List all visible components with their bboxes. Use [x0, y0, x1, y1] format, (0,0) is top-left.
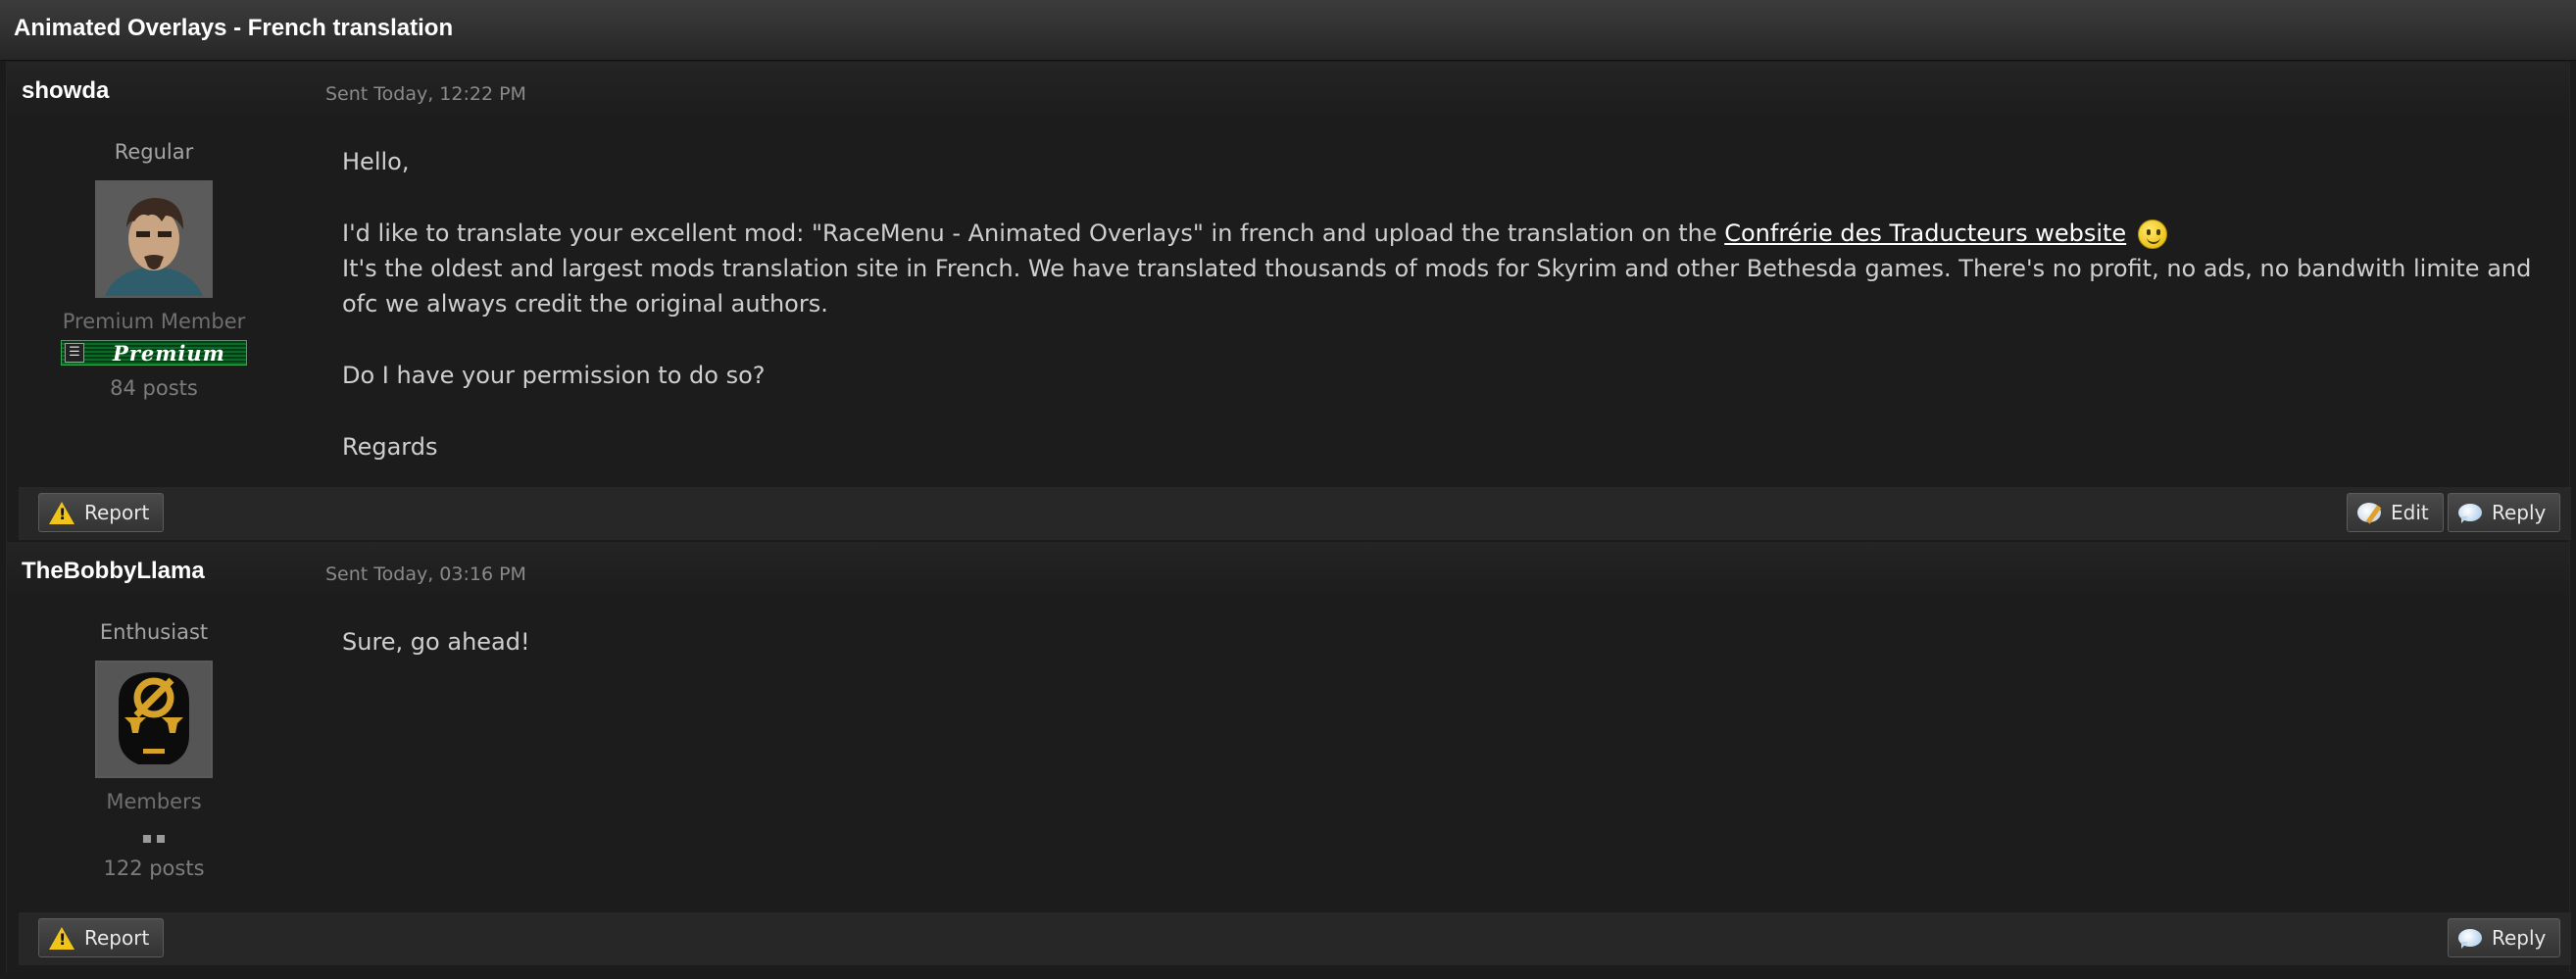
report-button[interactable]: Report: [38, 918, 165, 957]
reply-icon: [2458, 504, 2482, 523]
member-rank: Regular: [114, 140, 194, 164]
avatar-image: [97, 662, 211, 776]
message-post: showda Sent Today, 12:22 PM Regular Prem…: [6, 62, 2571, 542]
edit-icon: [2357, 503, 2381, 522]
message-post: TheBobbyLlama Sent Today, 03:16 PM Enthu…: [6, 542, 2571, 973]
post-count: 122 posts: [103, 857, 205, 880]
reply-button[interactable]: Reply: [2448, 493, 2561, 532]
translators-site-link[interactable]: Confrérie des Traducteurs website: [1724, 220, 2126, 247]
post-date: Sent Today, 03:16 PM: [325, 563, 526, 585]
body-line-2: It's the oldest and largest mods transla…: [342, 255, 2532, 318]
report-button[interactable]: Report: [38, 493, 165, 532]
post-body: Sure, go ahead!: [342, 624, 2538, 660]
member-rank: Enthusiast: [99, 620, 209, 644]
reply-label: Reply: [2492, 501, 2547, 524]
post-date: Sent Today, 12:22 PM: [325, 83, 526, 105]
post-header: TheBobbyLlama Sent Today, 03:16 PM: [7, 542, 2569, 601]
conversation-title: Animated Overlays - French translation: [14, 15, 454, 41]
greeting-text: Hello,: [342, 148, 410, 175]
premium-icon: ☰: [65, 343, 84, 363]
question-text: Do I have your permission to do so?: [342, 362, 766, 389]
member-group: Members: [106, 790, 202, 813]
warning-icon: [49, 501, 74, 524]
post-footer: Report Reply: [19, 912, 2571, 965]
reply-label: Reply: [2492, 926, 2547, 950]
rank-pip: [143, 835, 151, 843]
body-line-1-text: I'd like to translate your excellent mod…: [342, 220, 1725, 247]
premium-badge-label: Premium: [113, 341, 225, 366]
body-line-1: I'd like to translate your excellent mod…: [342, 216, 2538, 251]
edit-label: Edit: [2391, 501, 2429, 524]
author-name[interactable]: TheBobbyLlama: [22, 558, 205, 585]
report-label: Report: [84, 926, 150, 950]
reply-button[interactable]: Reply: [2448, 918, 2561, 957]
smiley-icon: [2138, 220, 2168, 249]
signoff-text: Regards: [342, 433, 438, 461]
author-name[interactable]: showda: [22, 77, 109, 105]
rank-pip: [157, 835, 165, 843]
warning-icon: [49, 926, 74, 950]
rank-pips: [143, 828, 171, 847]
reply-icon: [2458, 929, 2482, 949]
avatar[interactable]: [95, 180, 213, 298]
edit-button[interactable]: Edit: [2347, 493, 2444, 532]
premium-badge: ☰ Premium: [61, 340, 247, 366]
avatar-image: [97, 182, 211, 296]
member-group: Premium Member: [62, 310, 246, 333]
avatar[interactable]: [95, 661, 213, 778]
post-body: Hello, I'd like to translate your excell…: [342, 144, 2538, 465]
post-footer: Report Edit Reply: [19, 487, 2571, 540]
reply-text: Sure, go ahead!: [342, 628, 530, 656]
window-title-bar: Animated Overlays - French translation: [0, 0, 2576, 61]
post-header: showda Sent Today, 12:22 PM: [7, 62, 2569, 121]
post-count: 84 posts: [110, 376, 198, 400]
report-label: Report: [84, 501, 150, 524]
